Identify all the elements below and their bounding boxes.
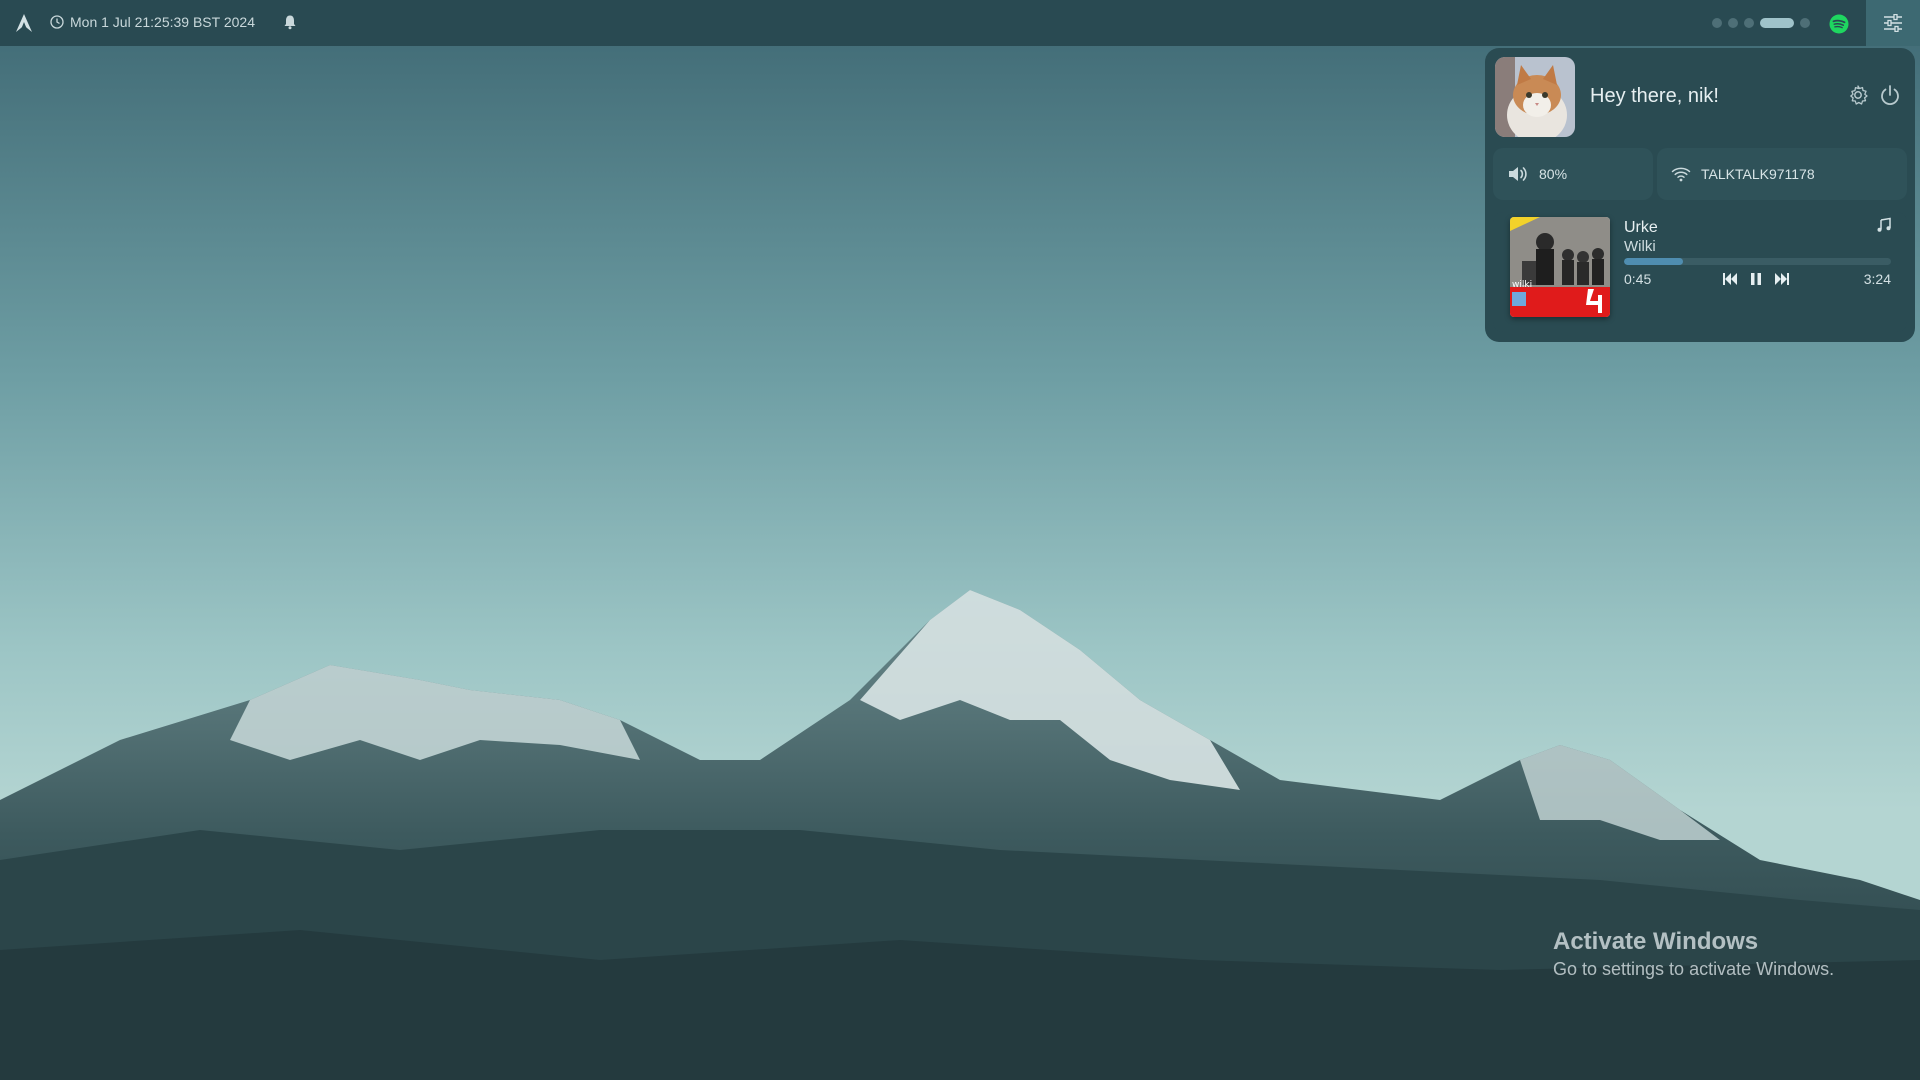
skip-forward-icon xyxy=(1775,273,1789,285)
clock[interactable]: Mon 1 Jul 21:25:39 BST 2024 xyxy=(50,14,255,30)
watermark-title: Activate Windows xyxy=(1553,928,1759,955)
bell-icon[interactable] xyxy=(282,14,298,30)
workspace-dot[interactable] xyxy=(1728,18,1738,28)
volume-tile[interactable]: 80% xyxy=(1493,148,1653,200)
workspace-dot[interactable] xyxy=(1800,18,1810,28)
track-title: Urke xyxy=(1624,219,1658,236)
album-art: wilki xyxy=(1510,217,1610,317)
sliders-icon xyxy=(1884,14,1902,32)
volume-icon xyxy=(1509,167,1527,181)
track-progress-bar[interactable] xyxy=(1624,258,1891,265)
workspace-dot-active[interactable] xyxy=(1760,18,1794,28)
track-artist: Wilki xyxy=(1624,238,1656,255)
wifi-icon xyxy=(1671,167,1691,182)
power-icon[interactable] xyxy=(1879,84,1901,106)
playback-controls xyxy=(1721,270,1791,288)
next-track-button[interactable] xyxy=(1773,270,1791,288)
arch-linux-icon[interactable] xyxy=(14,13,34,33)
watermark-subtitle: Go to settings to activate Windows. xyxy=(1553,959,1835,979)
svg-text:wilki: wilki xyxy=(1512,280,1532,290)
workspace-indicator xyxy=(1712,17,1810,29)
time-total: 3:24 xyxy=(1863,271,1891,287)
avatar xyxy=(1495,57,1575,137)
wifi-label: TALKTALK971178 xyxy=(1701,166,1815,182)
media-player: wilki Urke Wilki 0:45 3:24 xyxy=(1493,212,1907,332)
time-elapsed: 0:45 xyxy=(1624,271,1652,287)
activate-windows-watermark: Activate Windows Go to settings to activ… xyxy=(1553,928,1834,980)
previous-track-button[interactable] xyxy=(1721,270,1739,288)
top-bar: Mon 1 Jul 21:25:39 BST 2024 xyxy=(0,0,1920,46)
quick-settings-button[interactable] xyxy=(1866,0,1920,46)
wifi-tile[interactable]: TALKTALK971178 xyxy=(1657,148,1907,200)
volume-label: 80% xyxy=(1539,166,1568,182)
music-note-icon xyxy=(1877,217,1891,232)
track-progress-fill xyxy=(1624,258,1683,265)
pause-icon xyxy=(1751,273,1761,285)
clock-text: Mon 1 Jul 21:25:39 BST 2024 xyxy=(70,14,255,30)
workspace-dot[interactable] xyxy=(1744,18,1754,28)
pause-button[interactable] xyxy=(1747,270,1765,288)
gear-icon[interactable] xyxy=(1847,84,1869,106)
quick-settings-panel: Hey there, nik! 80% TALKTALK971178 wilki… xyxy=(1485,48,1915,342)
spotify-icon[interactable] xyxy=(1829,14,1849,34)
skip-back-icon xyxy=(1723,273,1737,285)
greeting-text: Hey there, nik! xyxy=(1590,85,1719,107)
clock-icon xyxy=(50,15,64,29)
workspace-dot[interactable] xyxy=(1712,18,1722,28)
